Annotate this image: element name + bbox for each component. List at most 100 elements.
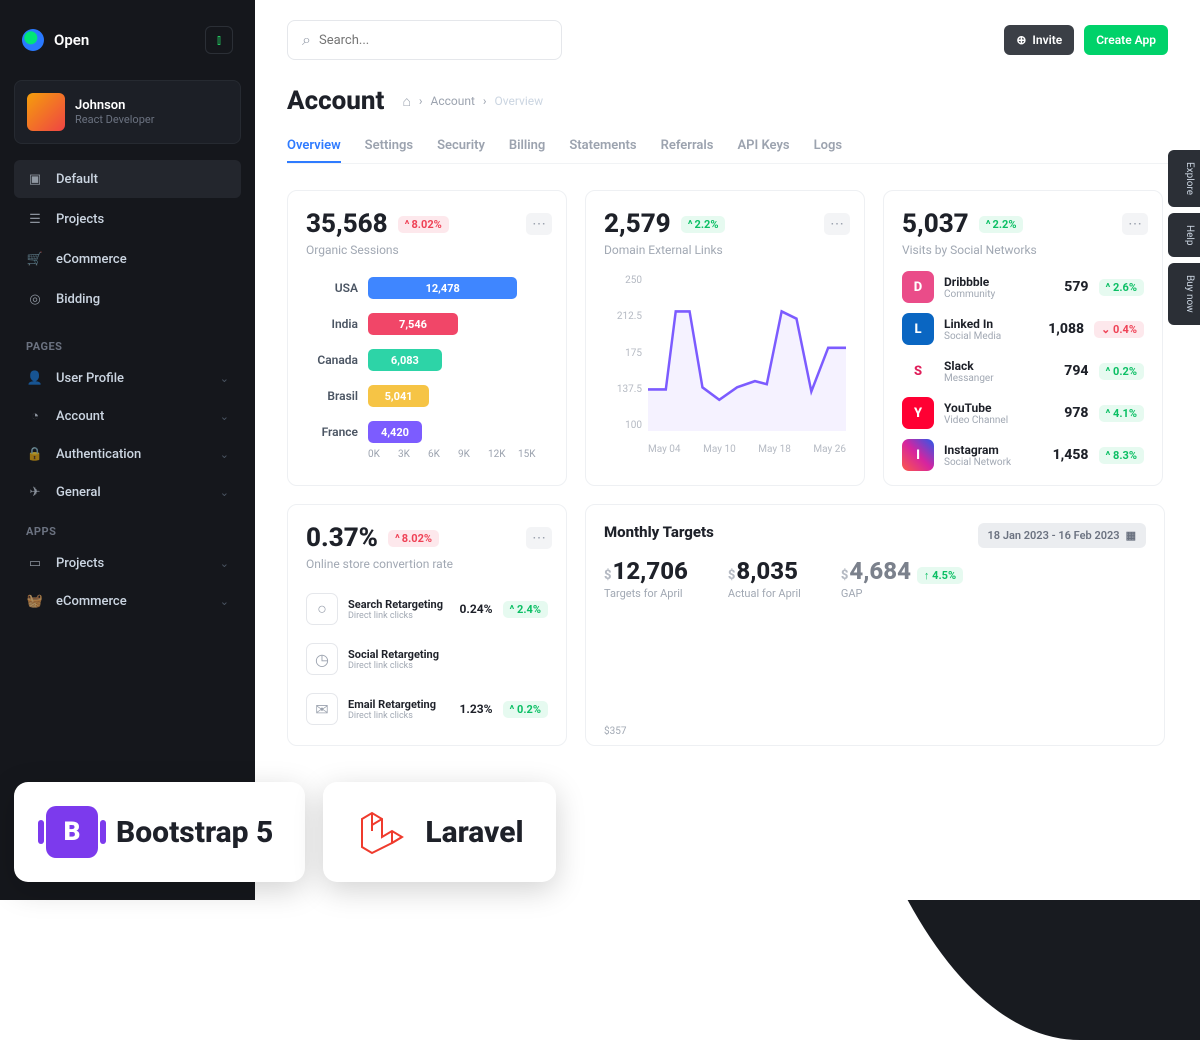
sidebar-item-projects[interactable]: ▭Projects⌄ [14, 544, 241, 582]
sidebar-item-user-profile[interactable]: 👤User Profile⌄ [14, 359, 241, 397]
y-tick: 212.5 [604, 311, 642, 322]
links-value: 2,579 [604, 209, 671, 239]
tabs: Overview Settings Security Billing Statement… [287, 130, 1168, 164]
main: ⌕ ⊕Invite Create App Account ⌂› Account›… [255, 0, 1200, 900]
social-label: Visits by Social Networks [902, 243, 1144, 257]
conv-value: 0.37% [306, 523, 378, 553]
create-label: Create App [1096, 33, 1156, 47]
sidebar-item-account[interactable]: ◔Account⌄ [14, 397, 241, 435]
tab-billing[interactable]: Billing [509, 130, 545, 163]
nav-icon: ◔ [26, 407, 44, 425]
tab-api-keys[interactable]: API Keys [737, 130, 789, 163]
x-tick: May 18 [758, 444, 791, 455]
target-amount: $4,684↑ 4.5% [841, 557, 963, 585]
date-range-chip[interactable]: 18 Jan 2023 - 16 Feb 2023▦ [978, 523, 1146, 548]
conv-value: 1.23% [459, 702, 492, 716]
search-box[interactable]: ⌕ [287, 20, 562, 60]
nav-icon: 🛒 [26, 250, 44, 268]
sidebar-item-bidding[interactable]: ◎Bidding [14, 280, 241, 318]
social-change: ^ 2.6% [1099, 279, 1145, 296]
sessions-change: ^ 8.02% [398, 216, 449, 233]
conv-icon: ✉ [306, 693, 338, 725]
search-input[interactable] [319, 33, 547, 48]
axis-tick: 9K [458, 449, 488, 460]
sidebar-item-authentication[interactable]: 🔒Authentication⌄ [14, 435, 241, 473]
nav-icon: 👤 [26, 369, 44, 387]
conv-row: ◷Social RetargetingDirect link clicks [306, 637, 548, 681]
tab-logs[interactable]: Logs [814, 130, 842, 163]
tab-overview[interactable]: Overview [287, 130, 341, 163]
sidebar-item-ecommerce[interactable]: 🛒eCommerce [14, 240, 241, 278]
sidebar-item-default[interactable]: ▣Default [14, 160, 241, 198]
line-plot [648, 275, 846, 431]
social-value: 579 [1064, 279, 1088, 295]
user-card[interactable]: Johnson React Developer [14, 80, 241, 144]
x-tick: May 04 [648, 444, 681, 455]
social-sub: Community [944, 289, 995, 300]
avatar [27, 93, 65, 131]
chevron-down-icon: ⌄ [220, 410, 229, 423]
nav-icon: ▭ [26, 554, 44, 572]
page-title: Account [287, 86, 384, 116]
rtab-buy[interactable]: Buy now [1168, 263, 1200, 325]
create-app-button[interactable]: Create App [1084, 25, 1168, 55]
target-col: $4,684↑ 4.5% GAP [841, 557, 963, 600]
social-sub: Social Network [944, 457, 1011, 468]
bar-row: USA12,478 [306, 277, 548, 299]
bar-fill: 5,041 [368, 385, 429, 407]
tab-referrals[interactable]: Referrals [661, 130, 714, 163]
nav-section-title: PAGES [14, 326, 241, 359]
nav-label: Authentication [56, 447, 141, 462]
tab-statements[interactable]: Statements [569, 130, 636, 163]
conv-change: ^ 2.4% [503, 601, 549, 618]
conv-row: ○ Search RetargetingDirect link clicks 0.2… [306, 587, 548, 631]
calendar-icon: ▦ [1126, 529, 1136, 542]
social-row: DDribbbleCommunity579^ 2.6% [902, 271, 1144, 303]
sidebar-chart-icon[interactable]: ⫾ [205, 26, 233, 54]
tech-badges: B Bootstrap 5 Laravel [14, 782, 556, 882]
bar-fill: 6,083 [368, 349, 442, 371]
crumb-overview: Overview [495, 94, 544, 108]
nav-label: Projects [56, 212, 104, 227]
card-social-visits: ⋯ 5,037 ^ 2.2% Visits by Social Networks… [883, 190, 1163, 486]
logo-icon [22, 29, 44, 51]
right-tabs: Explore Help Buy now [1168, 150, 1200, 325]
crumb-account[interactable]: Account [431, 94, 475, 108]
tab-settings[interactable]: Settings [365, 130, 413, 163]
conv-title: Search Retargeting [348, 598, 443, 611]
nav-section-title: APPS [14, 511, 241, 544]
social-name: Slack [944, 359, 994, 373]
tab-security[interactable]: Security [437, 130, 485, 163]
rtab-explore[interactable]: Explore [1168, 150, 1200, 207]
sidebar-item-ecommerce[interactable]: 🧺eCommerce⌄ [14, 582, 241, 620]
conv-label: Online store convertion rate [306, 557, 548, 571]
chevron-down-icon: ⌄ [220, 372, 229, 385]
rtab-help[interactable]: Help [1168, 213, 1200, 257]
invite-button[interactable]: ⊕Invite [1004, 25, 1074, 55]
social-value: 1,458 [1053, 447, 1089, 463]
card-menu-icon[interactable]: ⋯ [526, 213, 552, 235]
nav-label: Bidding [56, 292, 100, 307]
y-tick: 100 [604, 420, 642, 431]
social-name: YouTube [944, 401, 1008, 415]
brand-name: Open [54, 31, 89, 49]
conv-sub: Direct link clicks [348, 611, 443, 621]
social-icon: L [902, 313, 934, 345]
conv-icon: ○ [306, 593, 338, 625]
card-menu-icon[interactable]: ⋯ [526, 527, 552, 549]
card-menu-icon[interactable]: ⋯ [824, 213, 850, 235]
card-external-links: ⋯ 2,579 ^ 2.2% Domain External Links 250… [585, 190, 865, 486]
card-menu-icon[interactable]: ⋯ [1122, 213, 1148, 235]
badge-laravel-label: Laravel [425, 815, 523, 850]
target-label: GAP [841, 587, 963, 600]
sidebar-item-projects[interactable]: ☰Projects [14, 200, 241, 238]
social-change: ⌄ 0.4% [1094, 321, 1144, 338]
social-row: YYouTubeVideo Channel978^ 4.1% [902, 397, 1144, 429]
user-role: React Developer [75, 113, 154, 126]
sidebar: Open ⫾ Johnson React Developer ▣Default☰… [0, 0, 255, 900]
social-icon: D [902, 271, 934, 303]
sidebar-item-general[interactable]: ✈General⌄ [14, 473, 241, 511]
laravel-icon [355, 806, 407, 858]
home-icon[interactable]: ⌂ [402, 93, 410, 110]
conv-value: 0.24% [459, 602, 492, 616]
